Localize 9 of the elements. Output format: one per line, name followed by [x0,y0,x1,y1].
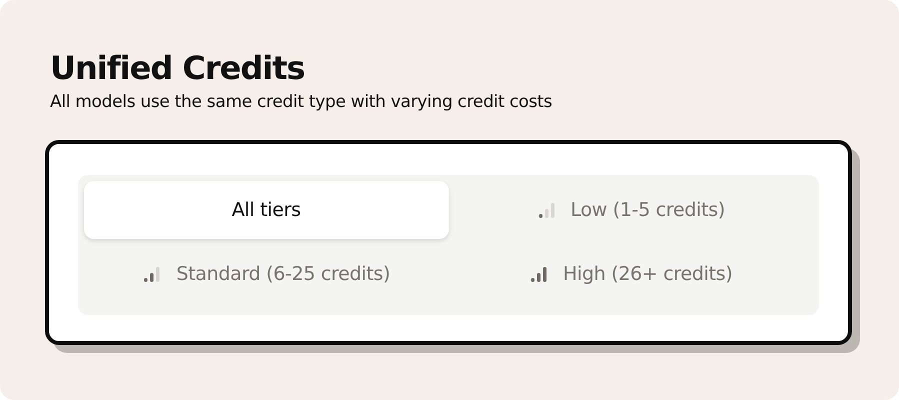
title: Unified Credits [50,48,306,88]
signal-icon [536,200,556,220]
tier-tab[interactable]: Standard (6-25 credits) [84,245,448,303]
tier-tab[interactable]: High (26+ credits) [448,245,813,303]
tier-tab[interactable]: Low (1-5 credits) [448,181,813,239]
signal-icon [142,264,162,284]
subtitle: All models use the same credit type with varying credit costs [50,92,554,112]
tier-tab[interactable]: All tiers [84,181,448,239]
signal-icon [529,264,549,284]
